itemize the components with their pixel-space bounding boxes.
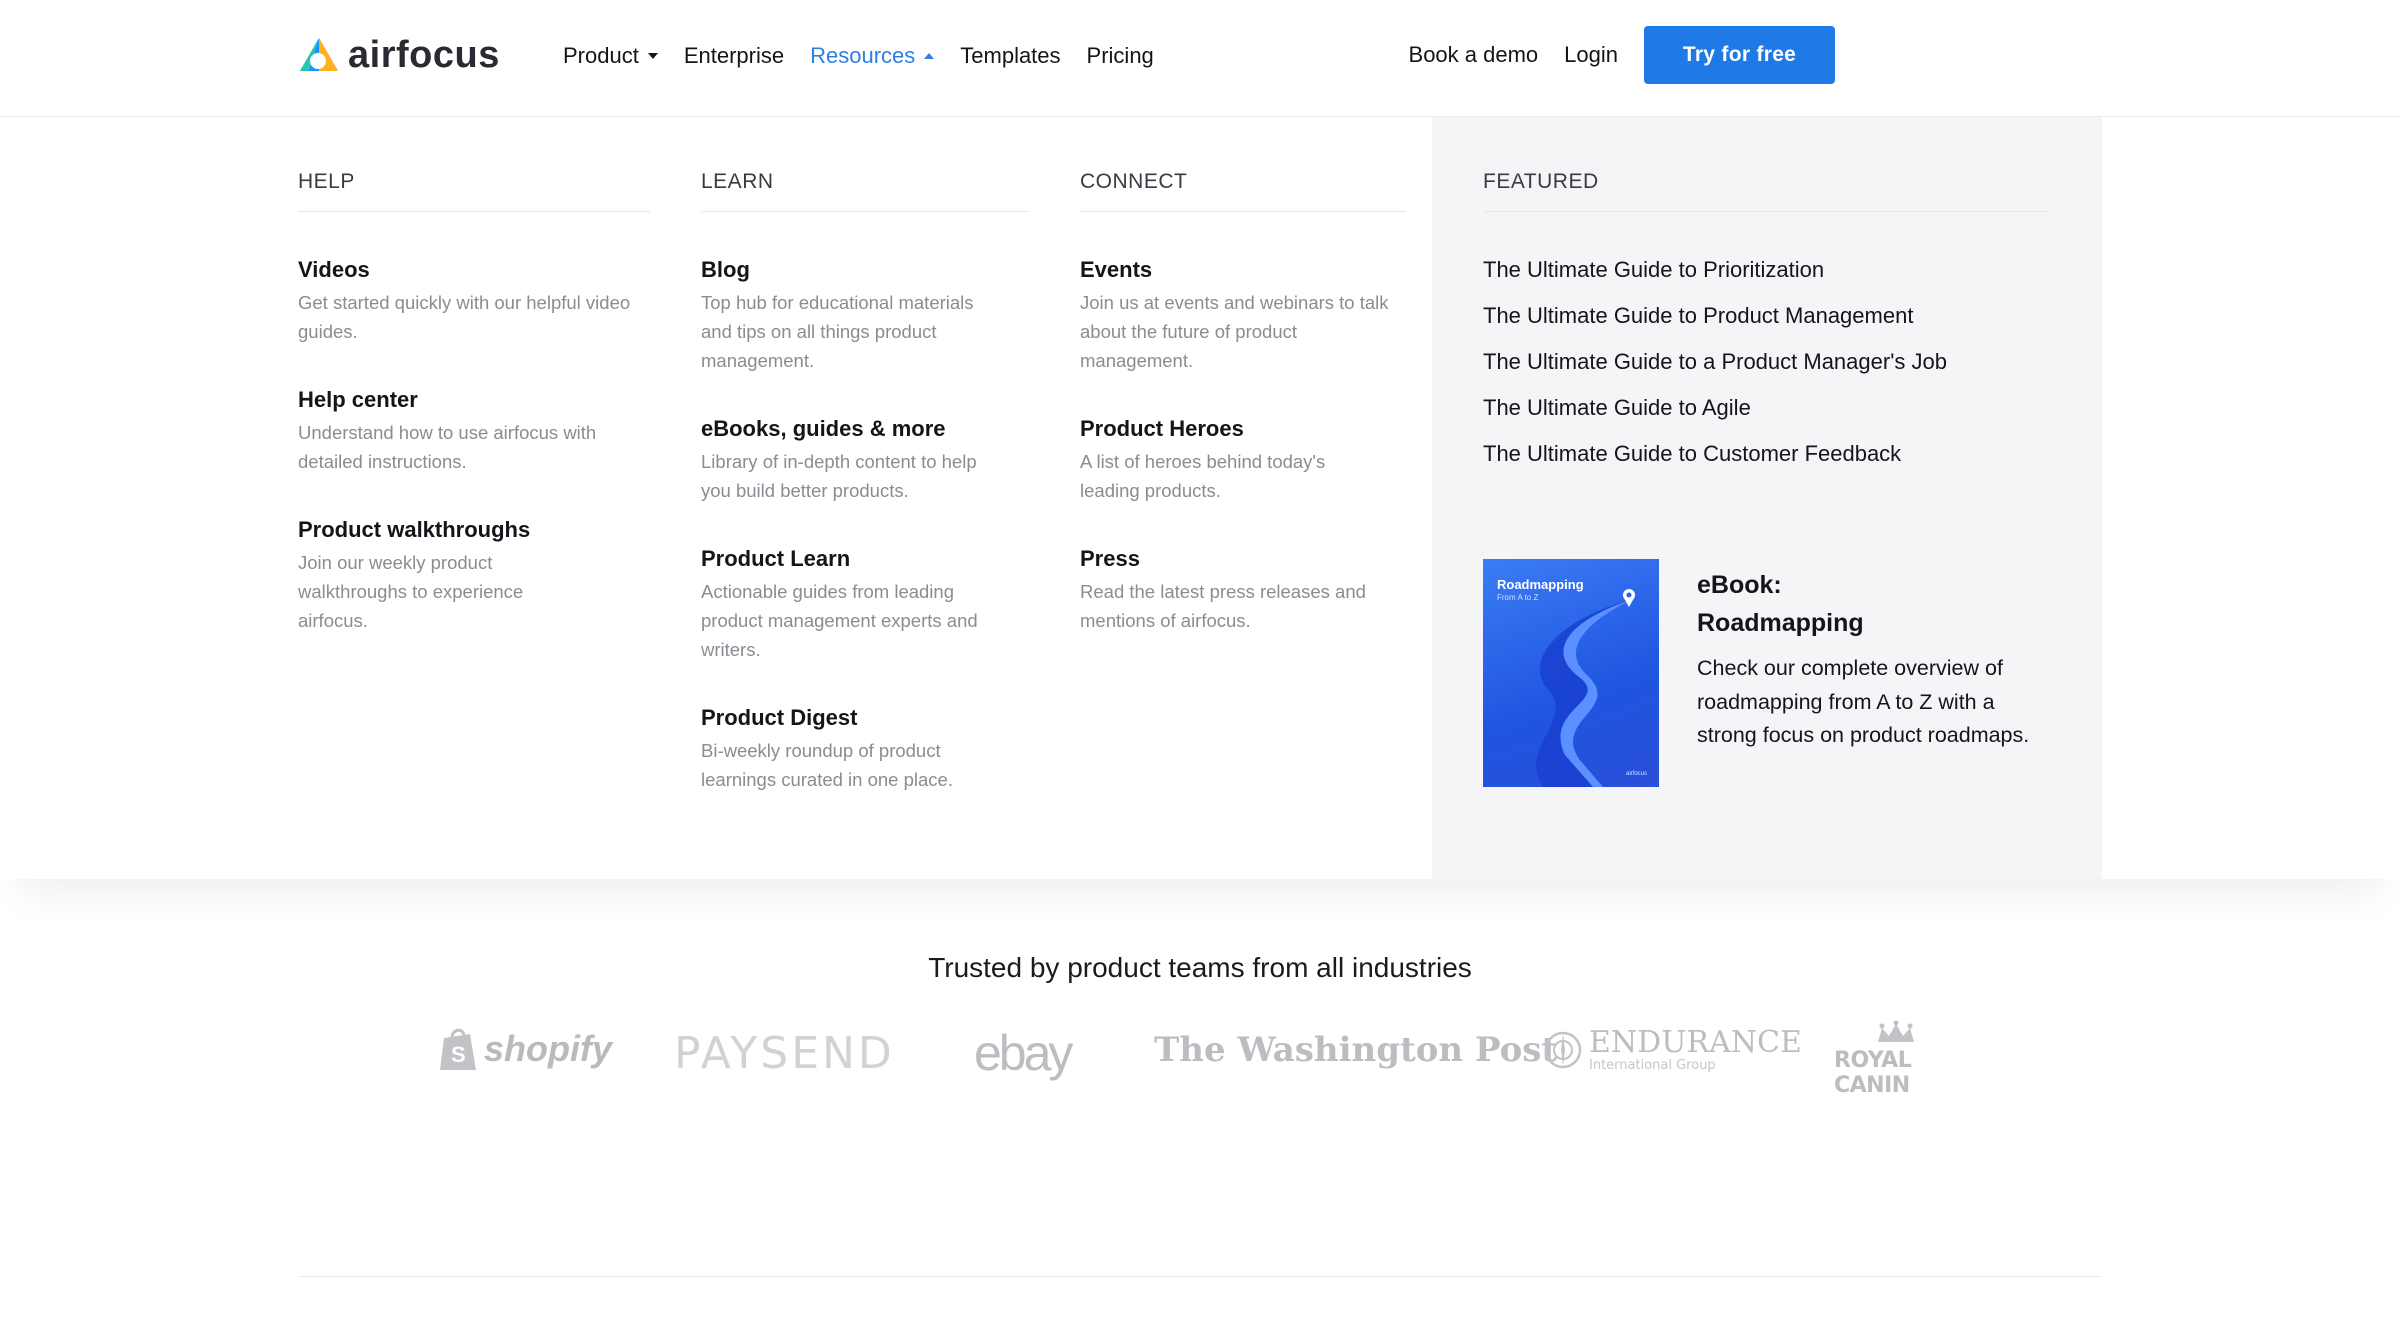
entry-desc: Actionable guides from leading product m… [701,581,978,660]
help-item-help-center[interactable]: Help center Understand how to use airfoc… [298,384,650,476]
entry-desc: Understand how to use airfocus with deta… [298,422,597,472]
ebay-logo: ebay [974,1025,1073,1081]
shopify-wordmark: shopify [484,1028,613,1069]
help-item-product-walkthroughs[interactable]: Product walkthroughs Join our weekly pro… [298,514,650,635]
nav-templates-label: Templates [960,43,1061,68]
ebook-title-line1: eBook: [1697,571,1782,599]
royal-canin-wordmark: ROYAL CANIN [1834,1048,1912,1098]
ebook-description: Check our complete overview of roadmappi… [1697,656,2030,747]
featured-guide-link[interactable]: The Ultimate Guide to Product Management [1483,300,2047,346]
featured-guide-link[interactable]: The Ultimate Guide to a Product Manager'… [1483,346,2047,392]
shopify-logo: S shopify [438,1026,612,1072]
nav-product[interactable]: Product [563,40,658,72]
ebook-cover-image[interactable]: Roadmapping From A to Z airfocus [1483,559,1659,787]
entry-desc: Join our weekly product walkthroughs to … [298,552,524,631]
featured-guide-link[interactable]: The Ultimate Guide to Prioritization [1483,254,2047,300]
customer-logos: S shopify PAYSEND ebay The Washington Po… [438,1020,1958,1098]
entry-title: Press [1080,546,1140,571]
book-demo-link[interactable]: Book a demo [1409,42,1539,68]
footer-divider [298,1276,2102,1277]
svg-text:S: S [451,1042,466,1067]
entry-title: Videos [298,257,370,282]
connect-item-events[interactable]: Events Join us at events and webinars to… [1080,254,1406,375]
airfocus-logo-icon [300,38,338,71]
nav-enterprise-label: Enterprise [683,43,785,68]
entry-title: Product Heroes [1080,416,1244,441]
learn-item-product-digest[interactable]: Product Digest Bi-weekly roundup of prod… [701,702,1029,794]
help-heading: HELP [298,170,650,212]
ebook-cover-subtitle: From A to Z [1497,593,1539,602]
entry-title: Product Learn [701,546,851,571]
chevron-down-icon [647,53,658,59]
help-item-videos[interactable]: Videos Get started quickly with our help… [298,254,650,346]
royal-canin-crown-icon [1878,1020,1914,1042]
logo-text: airfocus [348,33,500,76]
entry-desc: Join us at events and webinars to talk a… [1080,292,1389,371]
login-link[interactable]: Login [1564,42,1618,68]
main-nav: Product Enterprise Resources Templates P… [563,40,1154,72]
learn-column: LEARN Blog Top hub for educational mater… [701,170,1029,794]
endurance-logo: ENDURANCE International Group [1543,1028,1802,1072]
connect-item-press[interactable]: Press Read the latest press releases and… [1080,543,1406,635]
ebook-cover-title: Roadmapping [1497,577,1584,592]
nav-templates[interactable]: Templates [960,40,1060,72]
connect-item-product-heroes[interactable]: Product Heroes A list of heroes behind t… [1080,413,1406,505]
chevron-up-icon [924,53,935,59]
trusted-heading: Trusted by product teams from all indust… [928,952,1472,983]
connect-heading: CONNECT [1080,170,1406,212]
airfocus-logo[interactable]: airfocus [298,32,500,78]
entry-title: eBooks, guides & more [701,416,946,441]
royal-canin-logo: ROYAL CANIN [1834,1020,1958,1098]
featured-column: FEATURED The Ultimate Guide to Prioritiz… [1483,170,2047,484]
entry-title: Blog [701,257,750,282]
ebook-title-line2: Roadmapping [1697,609,1864,637]
nav-enterprise[interactable]: Enterprise [684,40,784,72]
entry-desc: Top hub for educational materials and ti… [701,292,974,371]
nav-product-label: Product [563,43,639,68]
connect-column: CONNECT Events Join us at events and web… [1080,170,1406,635]
featured-guide-link[interactable]: The Ultimate Guide to Agile [1483,392,2047,438]
learn-item-ebooks[interactable]: eBooks, guides & more Library of in-dept… [701,413,1029,505]
endurance-wordmark: ENDURANCE [1589,1025,1802,1060]
learn-item-blog[interactable]: Blog Top hub for educational materials a… [701,254,1029,375]
entry-desc: Library of in-depth content to help you … [701,451,977,501]
try-for-free-button[interactable]: Try for free [1644,26,1835,84]
site-header: airfocus Product Enterprise Resources Te… [0,0,2400,117]
entry-title: Help center [298,387,418,412]
entry-desc: A list of heroes behind today's leading … [1080,451,1326,501]
header-actions: Book a demo Login Try for free [1409,26,1835,84]
ebook-cover-brand: airfocus [1625,771,1647,777]
entry-title: Product Digest [701,705,858,730]
nav-pricing[interactable]: Pricing [1087,40,1154,72]
nav-pricing-label: Pricing [1086,43,1154,68]
nav-resources-label: Resources [810,43,916,68]
paysend-logo: PAYSEND [674,1028,895,1079]
entry-title: Events [1080,257,1153,282]
entry-desc: Read the latest press releases and menti… [1080,581,1366,631]
shopify-bag-icon: S [440,1028,476,1070]
ebook-title[interactable]: eBook: Roadmapping [1697,566,1937,642]
learn-item-product-learn[interactable]: Product Learn Actionable guides from lea… [701,543,1029,664]
learn-heading: LEARN [701,170,1029,212]
entry-desc: Bi-weekly roundup of product learnings c… [701,740,953,790]
entry-title: Product walkthroughs [298,517,531,542]
featured-heading: FEATURED [1483,170,2047,212]
help-column: HELP Videos Get started quickly with our… [298,170,650,635]
endurance-subtitle: International Group [1589,1058,1716,1073]
endurance-compass-icon [1544,1031,1582,1069]
entry-desc: Get started quickly with our helpful vid… [298,292,631,342]
washington-post-logo: The Washington Post [1154,1030,1558,1070]
featured-guide-link[interactable]: The Ultimate Guide to Customer Feedback [1483,438,2047,484]
nav-resources[interactable]: Resources [810,40,935,72]
